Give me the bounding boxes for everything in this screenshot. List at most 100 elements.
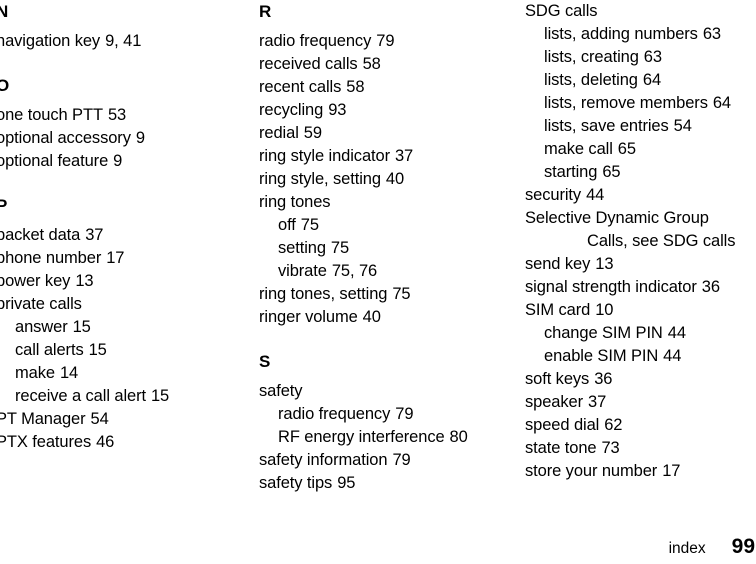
index-entry-pages: 9, 41 [105,32,142,50]
index-entry: radio frequency 79 [259,403,511,426]
index-entry-text: make [15,364,55,382]
index-entry: soft keys 36 [525,368,756,391]
index-entry: optional accessory 9 [0,127,246,150]
index-entry-pages: 36 [701,278,720,296]
index-column-2: Rradio frequency 79 received calls 58 recent… [259,0,511,495]
index-entry-pages: 13 [595,255,614,273]
index-entry-pages: 37 [85,226,104,244]
index-entry-text: navigation key [0,32,101,50]
index-entry-text: SDG calls [525,2,598,20]
index-entry-pages: 73 [601,439,620,457]
index-entry-text: safety [259,382,303,400]
index-entry-text: one touch PTT [0,106,103,124]
index-entry-pages: 13 [75,272,94,290]
index-entry: lists, remove members 64 [525,92,756,115]
index-entry-text: optional accessory [0,129,131,147]
index-entry: vibrate 75, 76 [259,260,511,283]
index-entry-pages: 15 [150,387,170,405]
index-entry: make call 65 [525,138,756,161]
index-entry-text: lists, creating [544,48,639,66]
index-entry: PT Manager 54 [0,408,246,431]
section-letter-n: N [0,2,9,21]
index-entry-text: lists, remove members [544,94,708,112]
index-entry-pages: 44 [667,324,686,342]
index-entry-pages: 37 [588,393,607,411]
index-entry: lists, deleting 64 [525,69,756,92]
index-entry-text: recycling [259,101,324,119]
index-entry-text: call alerts [15,341,84,359]
section-letter-spacer [259,373,511,380]
index-entry-pages: 65 [602,163,621,181]
index-entry-pages: 64 [642,71,662,89]
index-entry-text: SIM card [525,301,591,319]
index-entry-pages: 75, 76 [331,262,378,280]
index-entry: navigation key 9, 41 [0,30,246,53]
index-entry: phone number 17 [0,247,246,270]
index-entry-pages: 54 [673,117,692,135]
index-entry-pages: 15 [72,318,91,336]
index-entry-text: ring style, setting [259,170,381,188]
index-entry-text: phone number [0,249,102,267]
index-entry: power key 13 [0,270,246,293]
index-entry: security 44 [525,184,756,207]
index-entry-pages: 10 [595,301,614,319]
index-entry-text: enable SIM PIN [544,347,659,365]
index-entry-text: send key [525,255,591,273]
index-entry-text: speed dial [525,416,600,434]
section-letter-s: S [259,352,271,371]
index-entry-pages: 37 [394,147,414,165]
index-entry-pages: 63 [702,25,721,43]
index-entry: ring tones [259,191,511,214]
index-entry: speed dial 62 [525,414,756,437]
page-footer: index 99 [0,529,756,559]
index-entry-pages: 46 [96,433,115,451]
index-entry: packet data 37 [0,224,246,247]
index-entry: recycling 93 [259,99,511,122]
index-entry: enable SIM PIN 44 [525,345,756,368]
index-entry: Selective Dynamic Group [525,207,756,230]
index-entry: radio frequency 79 [259,30,511,53]
index-entry-pages: 36 [594,370,613,388]
section-letter-p: P [0,196,8,215]
index-entry: SIM card 10 [525,299,756,322]
index-entry-pages: 64 [712,94,732,112]
index-entry-pages: 65 [617,140,636,158]
index-entry: call alerts 15 [0,339,246,362]
index-entry-text: security [525,186,582,204]
index-entry-text: lists, save entries [544,117,669,135]
index-entry-text: make call [544,140,613,158]
index-entry: received calls 58 [259,53,511,76]
index-entry: state tone 73 [525,437,756,460]
index-entry: one touch PTT 53 [0,104,246,127]
index-entry-pages: 95 [337,474,356,492]
index-entry-text: lists, deleting [544,71,638,89]
index-entry-text: RF energy interference [278,428,445,446]
index-entry: starting 65 [525,161,756,184]
index-entry: lists, save entries 54 [525,115,756,138]
footer-inner: index 99 [669,536,755,559]
index-entry-text: optional feature [0,152,109,170]
index-entry: safety tips 95 [259,472,511,495]
index-entry: safety [259,380,511,403]
index-entry-text: speaker [525,393,584,411]
index-entry: receive a call alert 15 [0,385,246,408]
index-entry: private calls [0,293,246,316]
index-entry-text: soft keys [525,370,590,388]
index-entry-text: radio frequency [278,405,391,423]
index-entry: Calls, see SDG calls [525,230,756,253]
index-entry: lists, creating 63 [525,46,756,69]
index-entry-pages: 58 [362,55,381,73]
index-entry-text: redial [259,124,299,142]
index-entry-pages: 15 [88,341,107,359]
section-letter-spacer [0,217,246,224]
index-entry-text: lists, adding numbers [544,25,698,43]
index-entry-pages: 44 [586,186,605,204]
index-entry: redial 59 [259,122,511,145]
index-entry: ring tones, setting 75 [259,283,511,306]
index-entry-pages: 53 [107,106,127,124]
index-entry-text: PT Manager [0,410,86,428]
index-entry-text: recent calls [259,78,342,96]
